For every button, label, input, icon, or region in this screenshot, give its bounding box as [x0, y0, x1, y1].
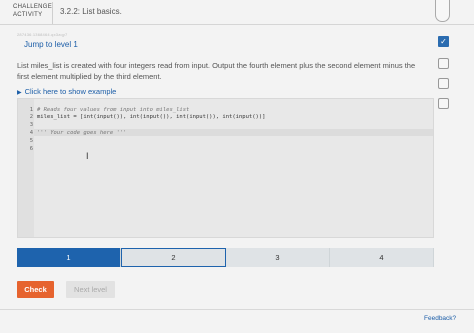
- line-number: 4: [29, 130, 33, 136]
- line-number: 3: [29, 122, 33, 128]
- level-progress-bar: 1 2 3 4: [17, 248, 434, 267]
- text-cursor-icon: I: [86, 151, 89, 161]
- activity-header: CHALLENGE ACTIVITY 3.2.2: List basics.: [0, 0, 474, 25]
- check-button[interactable]: Check: [17, 281, 54, 298]
- triangle-right-icon: ▶: [17, 90, 22, 96]
- level-4-checkbox-icon: [438, 98, 449, 109]
- code-editor[interactable]: 1 # Reads four values from input into mi…: [17, 98, 434, 238]
- footer-divider: [0, 309, 474, 310]
- code-line[interactable]: ''' Your code goes here ''': [37, 130, 126, 136]
- jump-to-level-link[interactable]: Jump to level 1: [24, 40, 78, 49]
- show-example-label: Click here to show example: [24, 87, 117, 96]
- level-step-4[interactable]: 4: [330, 248, 434, 267]
- activity-title: 3.2.2: List basics.: [60, 7, 122, 16]
- line-number: 1: [29, 107, 33, 113]
- challenge-activity-badge: CHALLENGE ACTIVITY: [13, 3, 52, 19]
- level-3-checkbox-icon: [438, 78, 449, 89]
- level-step-3[interactable]: 3: [226, 248, 330, 267]
- completion-ribbon-icon: [435, 0, 450, 22]
- code-line[interactable]: miles_list = [int(input()), int(input())…: [37, 114, 265, 120]
- header-divider: [52, 2, 53, 24]
- code-line[interactable]: # Reads four values from input into mile…: [37, 107, 189, 113]
- task-description: List miles_list is created with four int…: [17, 61, 416, 81]
- level-1-checkbox-checked-icon: ✓: [438, 36, 449, 47]
- badge-line-2: ACTIVITY: [13, 12, 43, 18]
- activity-id: 287436.1368464.qx3zqy7: [17, 32, 68, 37]
- line-number: 6: [29, 146, 33, 152]
- level-2-checkbox-icon: [438, 58, 449, 69]
- feedback-link[interactable]: Feedback?: [424, 315, 456, 322]
- next-level-button[interactable]: Next level: [66, 281, 115, 298]
- level-step-1[interactable]: 1: [17, 248, 121, 267]
- show-example-toggle[interactable]: ▶ Click here to show example: [17, 87, 116, 96]
- line-number: 2: [29, 114, 33, 120]
- badge-line-1: CHALLENGE: [13, 4, 53, 10]
- level-step-2[interactable]: 2: [121, 248, 226, 267]
- line-number: 5: [29, 138, 33, 144]
